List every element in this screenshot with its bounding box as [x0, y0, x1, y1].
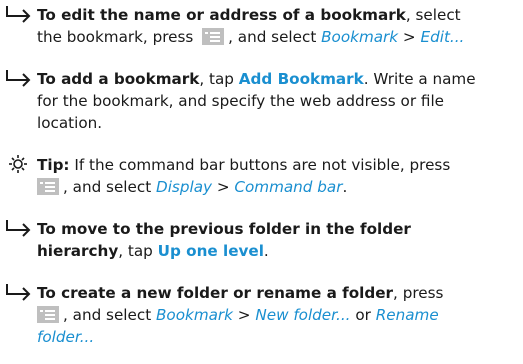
step-heading: To create a new folder or rename a folde… — [37, 284, 394, 302]
menu-key-icon — [202, 28, 225, 45]
tip-command-bar: Tip: If the command bar buttons are not … — [4, 154, 516, 198]
step-heading-cont: hierarchy — [37, 242, 119, 260]
instruction-new-folder: To create a new folder or rename a folde… — [4, 282, 516, 348]
menu-link[interactable]: Bookmark — [156, 306, 233, 324]
step-heading: To edit the name or address of a bookmar… — [37, 6, 406, 24]
up-one-level-action[interactable]: Up one level — [158, 242, 264, 260]
sun-bulb-icon — [4, 154, 34, 174]
rename-folder-link[interactable]: Rename — [376, 306, 439, 324]
command-link[interactable]: Command bar — [234, 178, 342, 196]
arrow-right-hook-icon — [4, 282, 34, 302]
arrow-right-hook-icon — [4, 68, 34, 88]
command-link[interactable]: Edit... — [420, 28, 464, 46]
help-page: To edit the name or address of a bookmar… — [0, 0, 523, 364]
tip-label: Tip: — [37, 156, 70, 174]
instruction-up-one-level: To move to the previous folder in the fo… — [4, 218, 516, 262]
new-folder-link[interactable]: New folder... — [255, 306, 350, 324]
instruction-add-bookmark: To add a bookmark, tap Add Bookmark. Wri… — [4, 68, 516, 134]
arrow-right-hook-icon — [4, 4, 34, 24]
rename-folder-link-cont[interactable]: folder... — [37, 328, 94, 346]
step-heading: To add a bookmark — [37, 70, 200, 88]
menu-key-icon — [37, 178, 59, 195]
instruction-edit-bookmark: To edit the name or address of a bookmar… — [4, 4, 516, 48]
menu-link[interactable]: Bookmark — [321, 28, 398, 46]
menu-link[interactable]: Display — [156, 178, 212, 196]
arrow-right-hook-icon — [4, 218, 34, 238]
step-heading: To move to the previous folder in the fo… — [37, 220, 411, 238]
add-bookmark-action[interactable]: Add Bookmark — [239, 70, 364, 88]
menu-key-icon — [37, 306, 59, 323]
